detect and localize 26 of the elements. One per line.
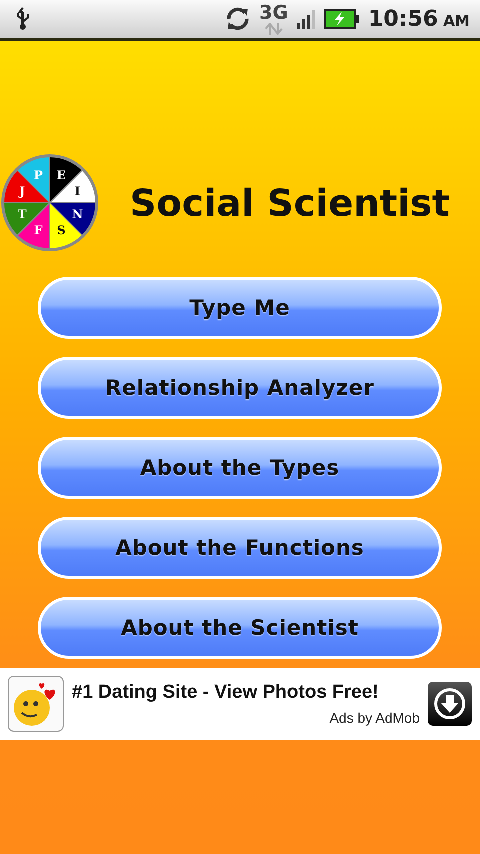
menu-button[interactable]: Relationship Analyzer — [38, 357, 442, 419]
ad-headline: #1 Dating Site - View Photos Free! — [72, 682, 380, 704]
logo-letter: T — [18, 207, 27, 222]
menu-button[interactable]: Type Me — [38, 277, 442, 339]
logo-letter: J — [19, 184, 26, 199]
network-type: 3G — [260, 4, 288, 22]
logo-letter: E — [56, 168, 66, 182]
clock-meridiem: AM — [443, 12, 470, 30]
clock-time: 10:56 — [368, 6, 438, 32]
menu-button[interactable]: About the Functions — [38, 517, 442, 579]
battery-charging-icon — [324, 9, 360, 29]
logo-letter: P — [34, 168, 44, 182]
ad-attribution: Ads by AdMob — [330, 710, 420, 726]
signal-icon — [296, 9, 316, 29]
menu-button[interactable]: About the Types — [38, 437, 442, 499]
logo-letter: S — [57, 224, 66, 238]
download-button[interactable] — [428, 682, 472, 726]
smiley-hearts-icon — [8, 676, 64, 732]
logo-letter: N — [72, 207, 84, 222]
ad-banner[interactable]: #1 Dating Site - View Photos Free! Ads by AdMob — [0, 668, 480, 740]
logo-letter: F — [34, 224, 43, 238]
usb-icon — [16, 7, 30, 31]
logo-letter: I — [74, 184, 81, 199]
menu-button[interactable]: About the Scientist — [38, 597, 442, 659]
app-title: Social Scientist — [130, 182, 450, 224]
data-arrows-icon — [264, 22, 284, 34]
